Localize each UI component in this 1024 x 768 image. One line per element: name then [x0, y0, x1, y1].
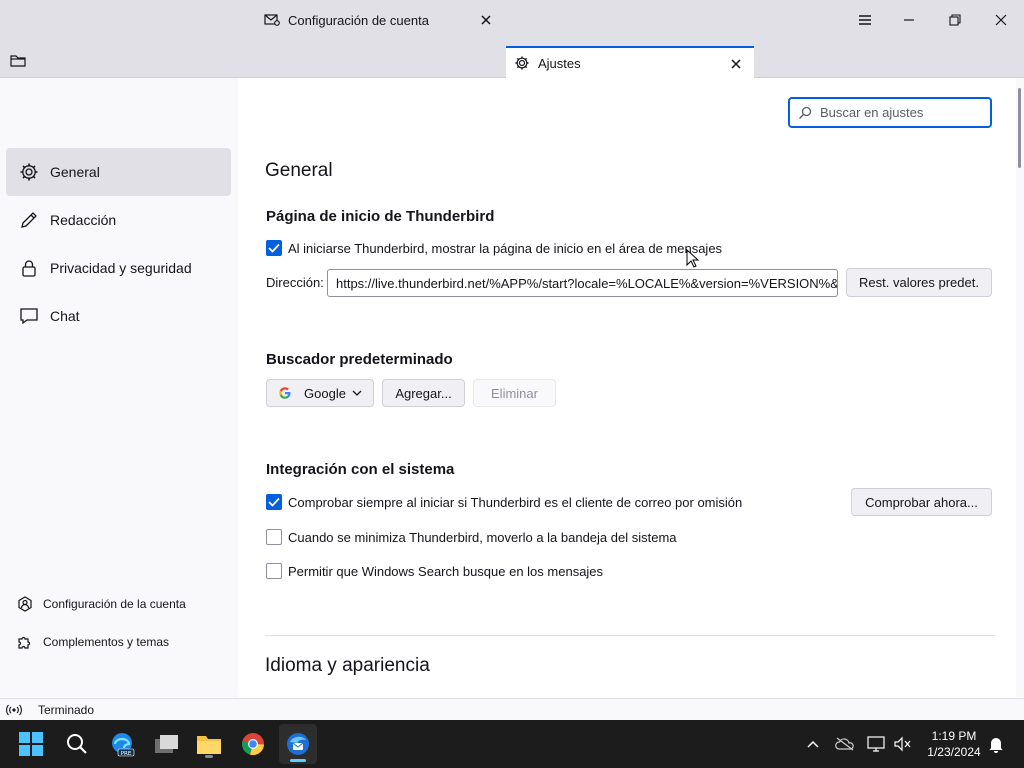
clock-time: 1:19 PM [931, 729, 977, 743]
search-icon [798, 105, 814, 121]
tab-settings[interactable]: Ajustes [506, 46, 754, 78]
search-engine-heading: Buscador predeterminado [266, 351, 453, 368]
gear-icon [514, 55, 530, 71]
windows-search-checkbox[interactable] [266, 563, 282, 579]
close-window-button[interactable] [978, 0, 1024, 40]
taskbar: PRE 1:19 PM 1/23/2024 [0, 720, 1024, 768]
sidebar-item-privacy[interactable]: Privacidad y seguridad [6, 244, 231, 292]
search-icon[interactable] [61, 728, 93, 760]
pencil-icon [18, 209, 40, 231]
running-indicator [205, 755, 213, 758]
search-placeholder: Buscar en ajustes [820, 105, 924, 120]
folder-tab-icon[interactable] [10, 54, 30, 70]
add-search-engine-button[interactable]: Agregar... [382, 379, 465, 407]
lock-icon [18, 257, 40, 279]
tab-label: Configuración de cuenta [288, 12, 429, 28]
task-view-icon[interactable] [150, 728, 182, 760]
network-icon[interactable] [866, 734, 886, 754]
scrollbar-thumb[interactable] [1018, 88, 1021, 168]
account-settings-icon [16, 595, 34, 613]
envelope-gear-icon [264, 13, 280, 27]
menu-icon[interactable] [842, 0, 888, 40]
sidebar-item-chat[interactable]: Chat [6, 292, 231, 340]
footer-link-label: Complementos y temas [43, 635, 170, 649]
thunderbird-taskbar-icon[interactable] [279, 724, 317, 764]
sidebar-item-label: Chat [50, 308, 80, 324]
volume-muted-icon[interactable] [892, 734, 912, 754]
active-indicator [290, 759, 306, 762]
svg-text:PRE: PRE [121, 751, 132, 757]
windows-start-icon[interactable] [15, 728, 47, 760]
status-text: Terminado [38, 702, 95, 717]
chrome-icon[interactable] [237, 728, 269, 760]
settings-sidebar: General Redacción Privacidad y seguridad… [0, 78, 238, 698]
default-client-checkbox-label: Comprobar siempre al iniciar si Thunderb… [288, 494, 743, 510]
minimize-button[interactable] [886, 0, 932, 40]
system-integration-heading: Integración con el sistema [266, 461, 455, 478]
page-title: General [265, 160, 333, 181]
start-page-checkbox[interactable] [266, 240, 282, 256]
reset-defaults-button[interactable]: Rest. valores predet. [846, 268, 992, 297]
search-engine-selected: Google [304, 385, 346, 401]
chevron-down-icon [352, 390, 362, 396]
gear-icon [18, 161, 40, 183]
notification-bell-icon[interactable] [986, 734, 1006, 754]
windows-search-checkbox-label: Permitir que Windows Search busque en lo… [288, 563, 604, 579]
onedrive-offline-icon[interactable] [835, 734, 855, 754]
close-tab-icon[interactable] [478, 12, 494, 28]
title-bar [0, 0, 1024, 42]
search-input[interactable]: Buscar en ajustes [788, 97, 992, 128]
addons-themes-link[interactable]: Complementos y temas [16, 630, 169, 654]
google-icon [278, 386, 292, 400]
status-bar: Terminado [0, 698, 1024, 720]
chevron-up-icon[interactable] [803, 734, 823, 754]
address-label: Dirección: [266, 275, 324, 290]
start-page-heading: Página de inicio de Thunderbird [266, 208, 495, 225]
settings-main: Buscar en ajustes General Página de inic… [238, 78, 1016, 698]
vertical-scrollbar[interactable] [1016, 78, 1024, 698]
default-client-checkbox[interactable] [266, 494, 282, 510]
start-page-checkbox-label: Al iniciarse Thunderbird, mostrar la pág… [288, 240, 723, 256]
edge-preview-icon[interactable]: PRE [106, 728, 138, 760]
sidebar-item-label: Privacidad y seguridad [50, 260, 192, 276]
sidebar-item-label: General [50, 164, 100, 180]
tab-account-settings[interactable]: Configuración de cuenta [256, 4, 504, 36]
mouse-cursor-icon [686, 248, 700, 272]
online-status-icon[interactable] [6, 704, 22, 716]
start-page-address-field[interactable]: https://live.thunderbird.net/%APP%/start… [327, 269, 838, 297]
close-tab-icon[interactable] [728, 56, 744, 72]
section-divider [265, 635, 995, 636]
account-settings-link[interactable]: Configuración de la cuenta [16, 592, 186, 616]
windows-search-checkbox-row[interactable]: Permitir que Windows Search busque en lo… [266, 561, 603, 581]
minimize-tray-checkbox-label: Cuando se minimiza Thunderbird, moverlo … [288, 529, 677, 545]
restore-button[interactable] [932, 0, 978, 40]
minimize-tray-checkbox[interactable] [266, 529, 282, 545]
sidebar-item-label: Redacción [50, 212, 117, 228]
language-section-heading: Idioma y apariencia [265, 655, 430, 676]
chat-icon [18, 305, 40, 327]
sidebar-item-composition[interactable]: Redacción [6, 196, 231, 244]
remove-search-engine-button[interactable]: Eliminar [473, 379, 556, 407]
puzzle-icon [16, 633, 34, 651]
system-clock[interactable]: 1:19 PM 1/23/2024 [920, 728, 988, 760]
footer-link-label: Configuración de la cuenta [43, 597, 186, 611]
sidebar-item-general[interactable]: General [6, 148, 231, 196]
search-engine-dropdown[interactable]: Google [266, 379, 374, 407]
check-now-button[interactable]: Comprobar ahora... [851, 488, 992, 516]
minimize-tray-checkbox-row[interactable]: Cuando se minimiza Thunderbird, moverlo … [266, 527, 677, 547]
default-client-checkbox-row[interactable]: Comprobar siempre al iniciar si Thunderb… [266, 492, 742, 512]
clock-date: 1/23/2024 [927, 745, 981, 759]
tab-label: Ajustes [538, 55, 581, 71]
start-page-checkbox-row[interactable]: Al iniciarse Thunderbird, mostrar la pág… [266, 238, 722, 258]
file-explorer-icon[interactable] [193, 728, 225, 760]
